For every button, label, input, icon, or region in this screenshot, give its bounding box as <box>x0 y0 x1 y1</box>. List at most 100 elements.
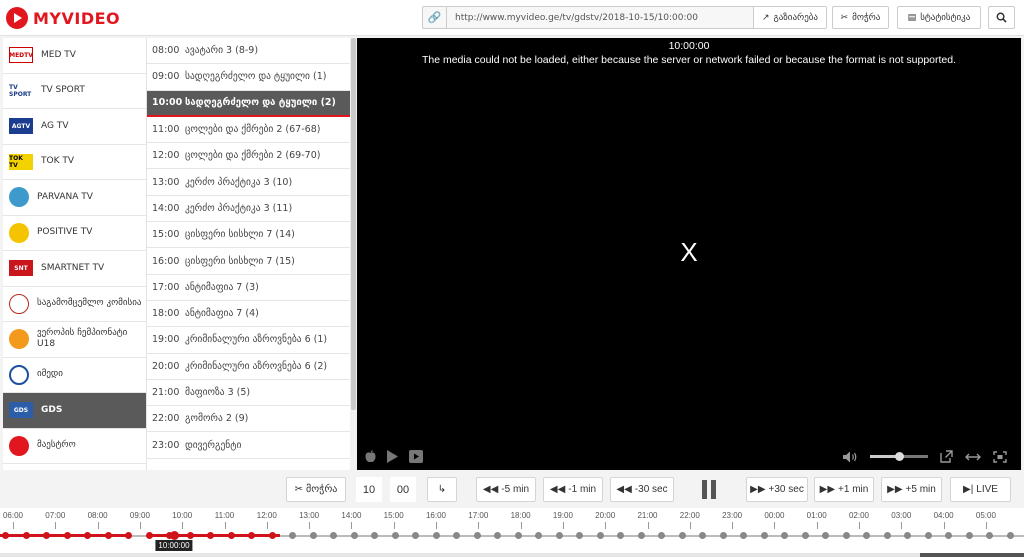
timeline-program-marker[interactable] <box>863 532 870 539</box>
live-button[interactable]: ▶| LIVE <box>950 477 1011 502</box>
schedule-scrollbar-thumb[interactable] <box>351 38 356 410</box>
timeline-program-marker[interactable] <box>637 532 645 539</box>
apple-icon[interactable] <box>365 450 376 463</box>
back-5-min-button[interactable]: ◀◀ -5 min <box>476 477 536 502</box>
volume-knob[interactable] <box>895 452 904 461</box>
schedule-scrollbar[interactable] <box>350 38 357 470</box>
timeline-program-marker[interactable] <box>1006 532 1014 539</box>
program-item[interactable]: 16:00 ცისფერი სისხლი 7 (15) <box>147 248 350 275</box>
timeline-program-marker[interactable] <box>883 532 891 539</box>
program-item[interactable]: 22:00 გომორა 2 (9) <box>147 406 350 433</box>
timeline-program-marker[interactable] <box>125 532 132 539</box>
go-to-time-button[interactable]: ↳ <box>427 477 457 502</box>
timeline-program-marker[interactable] <box>781 532 788 539</box>
timeline-program-marker[interactable] <box>22 532 30 539</box>
timeline-program-marker[interactable] <box>904 532 911 539</box>
channel-item[interactable]: მაესტრო <box>3 429 146 464</box>
search-button[interactable] <box>988 6 1015 29</box>
timeline-program-marker[interactable] <box>473 532 481 539</box>
program-item[interactable]: 10:00 სადღეგრძელო და ტყუილი (2) <box>147 90 350 117</box>
timeline-program-marker[interactable] <box>740 532 747 539</box>
channel-item[interactable]: საგამომცემლო კომისია <box>3 287 146 322</box>
back-1-min-button[interactable]: ◀◀ -1 min <box>543 477 603 502</box>
timeline-program-marker[interactable] <box>514 532 522 539</box>
link-icon[interactable]: 🔗 <box>423 7 447 28</box>
timeline-program-marker[interactable] <box>43 532 50 539</box>
channel-item[interactable]: GDS GDS <box>3 393 146 429</box>
volume-icon[interactable] <box>843 451 858 463</box>
forward-5-min-button[interactable]: ▶▶ +5 min <box>881 477 942 502</box>
timeline-program-marker[interactable] <box>207 532 214 539</box>
timeline-program-marker[interactable] <box>2 532 9 539</box>
timeline-program-marker[interactable] <box>186 532 194 539</box>
timeline-program-marker[interactable] <box>453 532 460 539</box>
timeline-program-marker[interactable] <box>719 532 727 539</box>
timeline-program-marker[interactable] <box>699 532 706 539</box>
minute-input[interactable]: 00 <box>390 477 416 502</box>
play-icon[interactable] <box>386 450 399 463</box>
program-item[interactable]: 21:00 მაფიოზა 3 (5) <box>147 380 350 407</box>
timeline-program-marker[interactable] <box>63 532 71 539</box>
forward-1-min-button[interactable]: ▶▶ +1 min <box>814 477 874 502</box>
program-item[interactable]: 15:00 ცისფერი სისხლი 7 (14) <box>147 222 350 249</box>
timeline-program-marker[interactable] <box>596 532 604 539</box>
timeline-program-marker[interactable] <box>945 532 952 539</box>
channel-item[interactable]: MEDTV MED TV <box>3 38 146 74</box>
program-item[interactable]: 23:00 დივერგენტი <box>147 432 350 459</box>
program-item[interactable]: 14:00 კერძო პრაქტიკა 3 (11) <box>147 196 350 223</box>
timeline-program-marker[interactable] <box>350 532 358 539</box>
timeline-program-marker[interactable] <box>227 532 235 539</box>
channel-item[interactable]: იმედი <box>3 358 146 393</box>
timeline-program-marker[interactable] <box>658 532 665 539</box>
timeline-program-marker[interactable] <box>289 532 296 539</box>
expand-horizontal-icon[interactable] <box>965 452 981 462</box>
timeline-program-marker[interactable] <box>412 532 419 539</box>
channel-item[interactable]: SNT SMARTNET TV <box>3 251 146 287</box>
channel-item[interactable]: ვეროპის ჩემპიონატი U18 <box>3 322 146 358</box>
channel-item[interactable]: PARVANA TV <box>3 180 146 216</box>
timeline-program-marker[interactable] <box>248 532 255 539</box>
timeline-program-marker[interactable] <box>145 532 153 539</box>
timeline-program-marker[interactable] <box>535 532 542 539</box>
back-30-sec-button[interactable]: ◀◀ -30 sec <box>610 477 674 502</box>
url-field[interactable]: http://www.myvideo.ge/tv/gdstv/2018-10-1… <box>447 13 753 23</box>
timeline-program-marker[interactable] <box>494 532 501 539</box>
share-button[interactable]: ↗ გაზიარება <box>752 7 826 28</box>
cut-button[interactable]: ✂ მოჭრა <box>832 6 889 29</box>
timeline-program-marker[interactable] <box>678 532 686 539</box>
volume-slider[interactable] <box>870 452 928 461</box>
timeline-program-marker[interactable] <box>84 532 91 539</box>
program-item[interactable]: 20:00 კრიმინალური აზროვნება 6 (2) <box>147 354 350 380</box>
program-item[interactable]: 13:00 კერძო პრაქტიკა 3 (10) <box>147 169 350 196</box>
timeline-program-marker[interactable] <box>391 532 399 539</box>
myvideo-logo[interactable]: MYVIDEO <box>6 6 120 30</box>
timeline-program-marker[interactable] <box>268 532 276 539</box>
youtube-icon[interactable] <box>409 450 423 463</box>
channel-item[interactable]: POSITIVE TV <box>3 216 146 251</box>
video-player[interactable]: 10:00:00 The media could not be loaded, … <box>357 38 1021 470</box>
timeline-program-marker[interactable] <box>924 532 932 539</box>
timeline-program-marker[interactable] <box>309 532 317 539</box>
program-item[interactable]: 09:00 სადღეგრძელო და ტყუილი (1) <box>147 64 350 91</box>
cut-clip-button[interactable]: ✂ მოჭრა <box>286 477 346 502</box>
timeline-program-marker[interactable] <box>760 532 768 539</box>
timeline-program-marker[interactable] <box>432 532 440 539</box>
hour-input[interactable]: 10 <box>356 477 382 502</box>
timeline-program-marker[interactable] <box>104 532 112 539</box>
timeline-program-marker[interactable] <box>576 532 583 539</box>
channel-item[interactable]: AGTV AG TV <box>3 109 146 145</box>
timeline[interactable]: 06:00 07:00 08:00 09:00 10:00 11:00 12:00 13:00… <box>0 508 1024 557</box>
timeline-playhead[interactable] <box>170 531 179 540</box>
program-item[interactable] <box>147 459 350 470</box>
program-item[interactable]: 11:00 ცოლები და ქმრები 2 (67-68) <box>147 117 350 144</box>
program-item[interactable]: 18:00 ანტიმაფია 7 (4) <box>147 301 350 328</box>
program-item[interactable]: 17:00 ანტიმაფია 7 (3) <box>147 275 350 301</box>
program-item[interactable]: 08:00 ავატარი 3 (8-9) <box>147 38 350 65</box>
timeline-program-marker[interactable] <box>822 532 829 539</box>
timeline-program-marker[interactable] <box>842 532 850 539</box>
timeline-program-marker[interactable] <box>986 532 993 539</box>
timeline-program-marker[interactable] <box>330 532 337 539</box>
channel-item[interactable]: TV SPORT TV SPORT <box>3 74 146 109</box>
channel-item[interactable]: TOK TV TOK TV <box>3 145 146 180</box>
timeline-program-marker[interactable] <box>801 532 809 539</box>
